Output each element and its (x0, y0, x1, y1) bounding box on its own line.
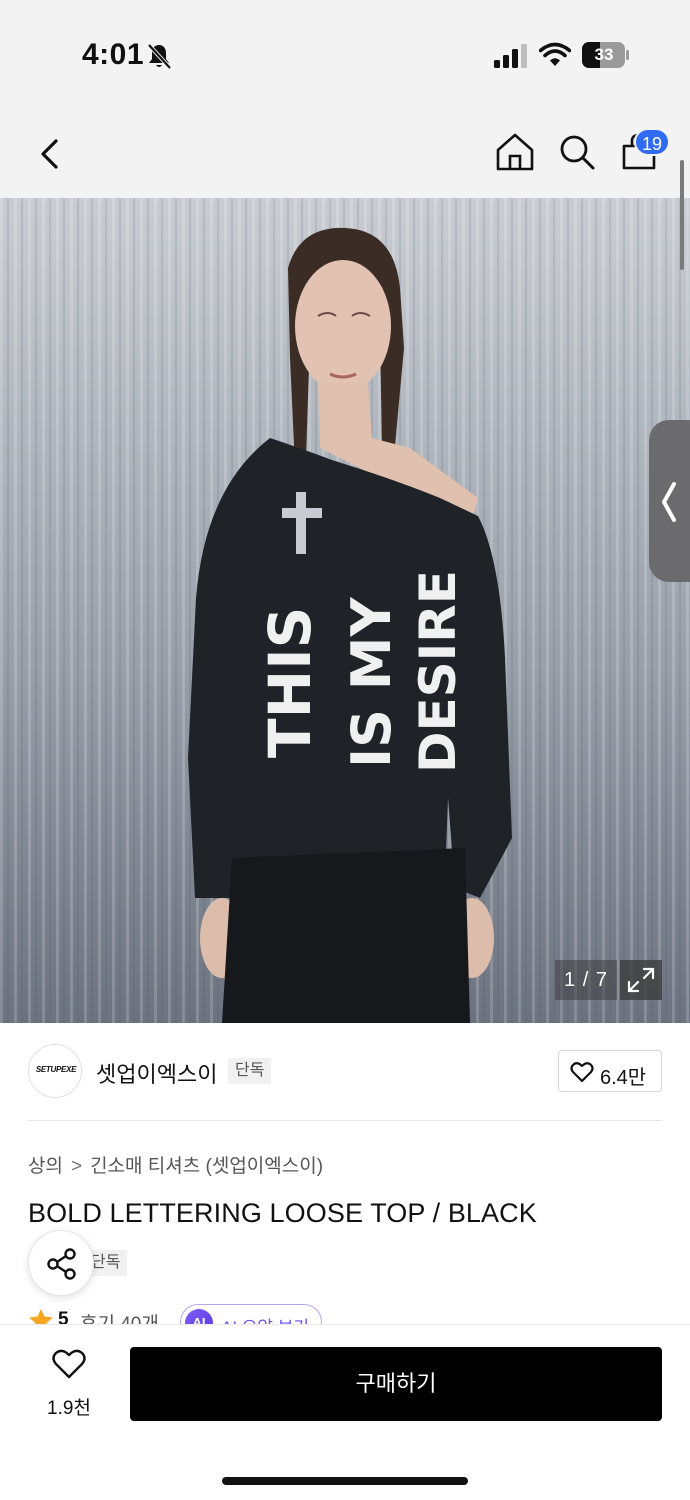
product-title: BOLD LETTERING LOOSE TOP / BLACK (28, 1198, 537, 1228)
brand-logo[interactable]: SETUPEXE (28, 1044, 82, 1098)
star-icon (29, 1309, 53, 1324)
image-counter: 1 / 7 (555, 960, 617, 1000)
breadcrumb-category[interactable]: 상의 (28, 1156, 63, 1177)
product-photo: THIS IS MY DESIRE (0, 198, 690, 1023)
side-panel-tab[interactable] (649, 420, 690, 582)
wishlist-button[interactable]: 1.9천 (36, 1349, 102, 1419)
shirt-text-1: THIS (256, 607, 324, 758)
share-icon (47, 1248, 76, 1280)
heart-outline-icon (52, 1349, 86, 1379)
search-icon[interactable] (556, 130, 598, 174)
ai-icon: AI (185, 1309, 213, 1324)
chevron-left-icon (662, 482, 676, 522)
ai-summary-button[interactable]: AI AI 요약 보기 (180, 1304, 322, 1324)
rating-row: 5 후기 40개 AI AI 요약 보기 (28, 1300, 688, 1324)
rating-score: 5 (58, 1309, 69, 1324)
shirt-text-2: IS MY (340, 596, 403, 768)
brand-like-button[interactable]: 6.4만 (558, 1050, 662, 1092)
heart-icon (570, 1062, 594, 1083)
status-bar: 4:01 33 (0, 0, 690, 110)
cart-count-badge: 19 (634, 128, 670, 156)
wishlist-count: 1.9천 (47, 1398, 91, 1419)
exclusive-badge: 단독 (228, 1058, 272, 1084)
ai-summary-label: AI 요약 보기 (221, 1313, 309, 1324)
buy-button[interactable]: 구매하기 (130, 1347, 662, 1421)
breadcrumb: 상의 > 긴소매 티셔츠 (셋업이엑스이) (28, 1151, 323, 1178)
home-indicator[interactable] (222, 1477, 468, 1485)
signal-icon (494, 44, 527, 68)
divider (28, 1120, 662, 1121)
wifi-icon (539, 42, 571, 66)
breadcrumb-subcategory[interactable]: 긴소매 티셔츠 (셋업이엑스이) (90, 1156, 323, 1177)
top-navigation (0, 110, 690, 198)
brand-logo-text: SETUPEXE (35, 1065, 77, 1074)
product-image-gallery[interactable]: THIS IS MY DESIRE (0, 198, 690, 1023)
page-scrollbar[interactable] (680, 160, 684, 270)
status-time: 4:01 (82, 38, 145, 71)
home-icon[interactable] (494, 130, 536, 174)
bottom-action-bar: 1.9천 구매하기 (0, 1324, 690, 1500)
back-icon[interactable] (30, 132, 70, 176)
breadcrumb-separator-icon: > (70, 1156, 83, 1177)
review-count[interactable]: 후기 40개 (80, 1309, 159, 1324)
battery-level: 33 (594, 45, 614, 64)
expand-icon[interactable] (620, 960, 662, 1000)
shirt-text-3: DESIRE (409, 570, 467, 773)
bell-off-icon (147, 43, 172, 70)
share-button[interactable] (28, 1230, 94, 1296)
brand-name[interactable]: 셋업이엑스이 (96, 1057, 217, 1089)
brand-like-count: 6.4만 (600, 1067, 647, 1089)
